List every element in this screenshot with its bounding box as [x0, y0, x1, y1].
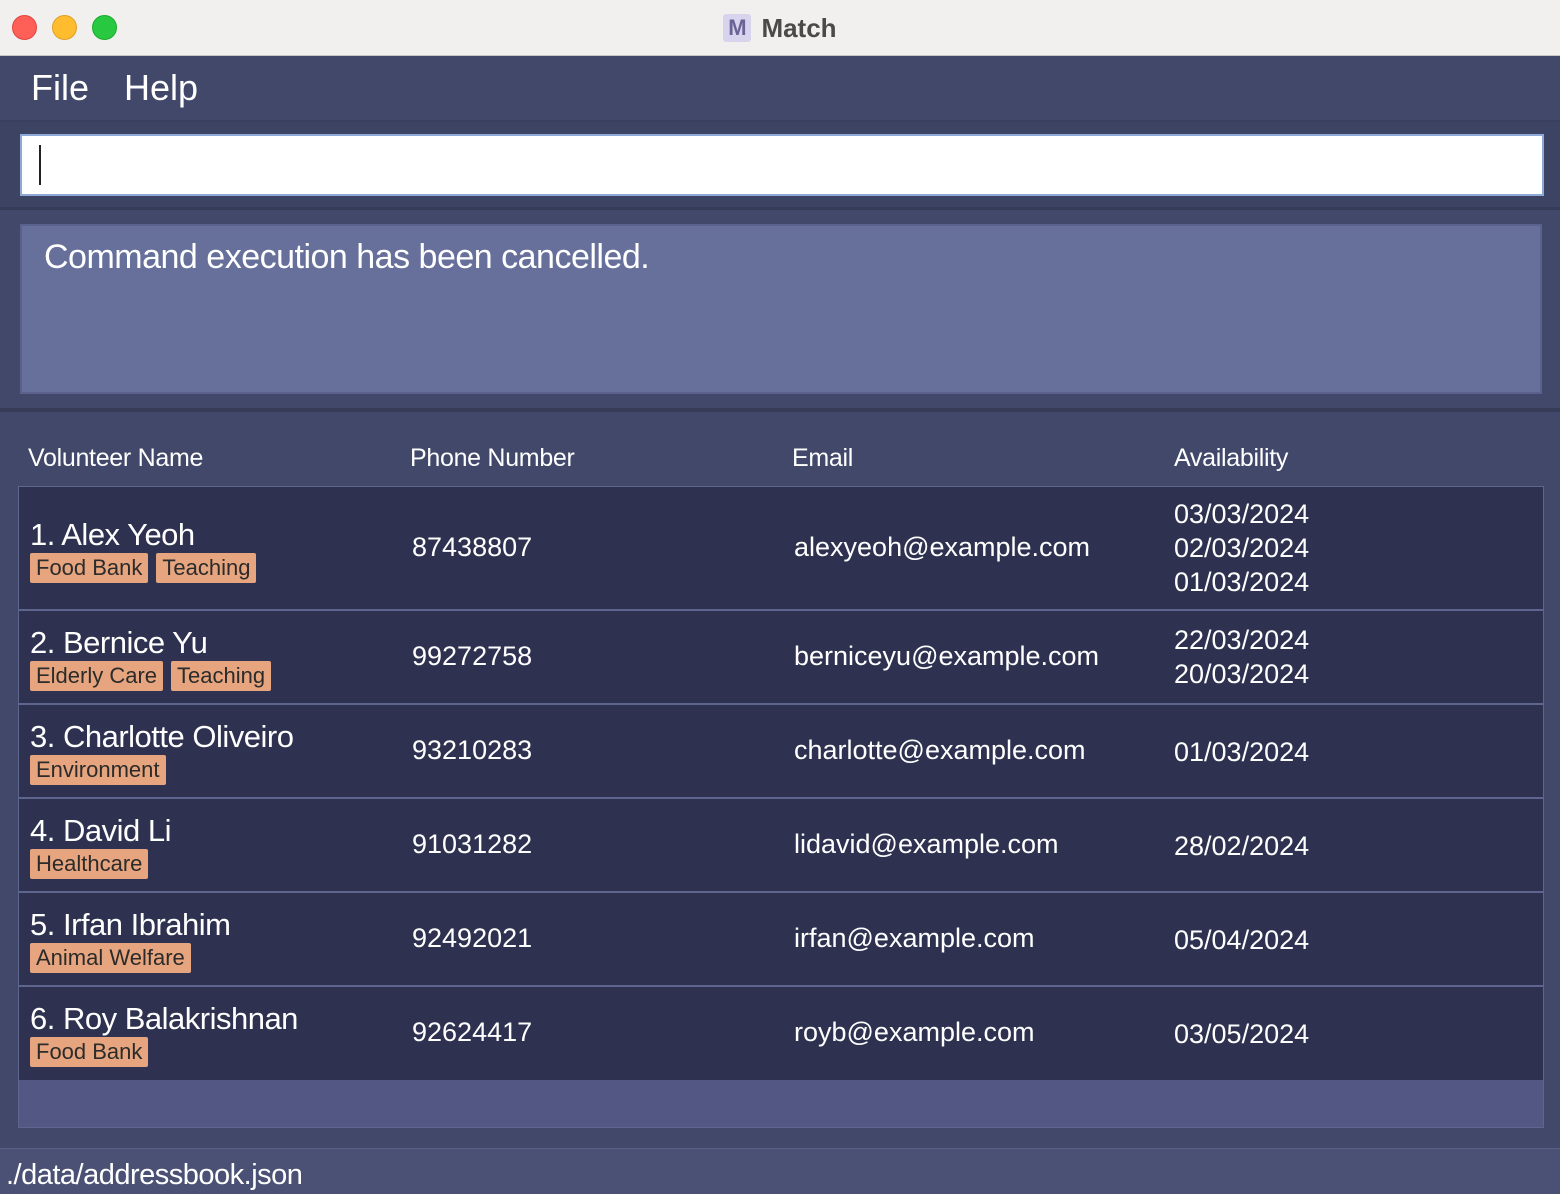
volunteer-email: lidavid@example.com	[794, 829, 1059, 859]
volunteer-name: 5. Irfan Ibrahim	[30, 907, 231, 942]
availability-date: 03/05/2024	[1174, 1019, 1310, 1049]
tag-badge: Food Bank	[30, 1037, 149, 1067]
window-titlebar: M Match	[0, 0, 1560, 56]
availability-list: 05/04/2024	[1174, 923, 1309, 957]
volunteer-row[interactable]: 3. Charlotte Oliveiro Environment 932102…	[19, 705, 1543, 799]
menu-file[interactable]: File	[31, 67, 89, 109]
tag-badge: Healthcare	[30, 849, 149, 879]
volunteer-row[interactable]: 4. David Li Healthcare 91031282 lidavid@…	[19, 799, 1543, 893]
volunteer-row[interactable]: 1. Alex Yeoh Food Bank Teaching 87438807…	[19, 487, 1543, 611]
availability-date: 03/03/2024	[1174, 499, 1310, 529]
result-display: Command execution has been cancelled.	[20, 224, 1542, 394]
header-volunteer-name: Volunteer Name	[28, 444, 204, 472]
volunteer-name: 3. Charlotte Oliveiro	[30, 719, 294, 754]
volunteer-email: alexyeoh@example.com	[794, 532, 1091, 562]
text-caret	[39, 145, 41, 185]
tag-badge: Food Bank	[30, 553, 149, 583]
header-availability: Availability	[1174, 444, 1289, 472]
availability-list: 03/05/2024	[1174, 1017, 1309, 1051]
header-phone-number: Phone Number	[410, 444, 575, 472]
availability-date: 05/04/2024	[1174, 925, 1310, 955]
tag-badge: Teaching	[156, 553, 257, 583]
volunteer-email: charlotte@example.com	[794, 735, 1086, 765]
result-display-area: Command execution has been cancelled.	[0, 212, 1560, 412]
menu-bar: File Help	[0, 56, 1560, 122]
availability-date: 01/03/2024	[1174, 567, 1310, 597]
volunteer-phone: 87438807	[412, 532, 533, 562]
result-message: Command execution has been cancelled.	[44, 238, 650, 276]
volunteer-name: 1. Alex Yeoh	[30, 517, 195, 552]
save-location-path: ./data/addressbook.json	[6, 1159, 303, 1191]
status-bar: ./data/addressbook.json	[0, 1148, 1560, 1194]
availability-date: 02/03/2024	[1174, 533, 1310, 563]
volunteer-row[interactable]: 6. Roy Balakrishnan Food Bank 92624417 r…	[19, 987, 1543, 1080]
availability-date: 28/02/2024	[1174, 831, 1310, 861]
volunteer-phone: 93210283	[412, 735, 533, 765]
volunteer-name: 2. Bernice Yu	[30, 625, 208, 660]
window-title: Match	[761, 12, 837, 43]
header-email: Email	[792, 444, 854, 472]
availability-list: 28/02/2024	[1174, 829, 1309, 863]
tag-badge: Environment	[30, 755, 166, 785]
volunteer-row[interactable]: 5. Irfan Ibrahim Animal Welfare 92492021…	[19, 893, 1543, 987]
tag-badge: Animal Welfare	[30, 943, 191, 973]
tag-badge: Elderly Care	[30, 661, 164, 691]
volunteer-email: royb@example.com	[794, 1017, 1035, 1047]
volunteer-email: berniceyu@example.com	[794, 641, 1100, 671]
window-title-group: M Match	[0, 0, 1560, 56]
command-box-area	[0, 122, 1560, 210]
availability-date: 22/03/2024	[1174, 625, 1310, 655]
app-logo-icon: M	[723, 14, 752, 42]
menu-help[interactable]: Help	[124, 67, 198, 109]
volunteer-phone: 99272758	[412, 641, 533, 671]
volunteer-row[interactable]: 2. Bernice Yu Elderly Care Teaching 9927…	[19, 611, 1543, 705]
availability-list: 22/03/2024 20/03/2024	[1174, 623, 1309, 691]
availability-list: 03/03/2024 02/03/2024 01/03/2024	[1174, 497, 1309, 599]
volunteer-list[interactable]: 1. Alex Yeoh Food Bank Teaching 87438807…	[18, 486, 1544, 1128]
volunteer-name: 4. David Li	[30, 813, 171, 848]
availability-date: 20/03/2024	[1174, 659, 1310, 689]
availability-date: 01/03/2024	[1174, 737, 1310, 767]
volunteer-phone: 92492021	[412, 923, 533, 953]
volunteer-phone: 92624417	[412, 1017, 533, 1047]
volunteer-email: irfan@example.com	[794, 923, 1035, 953]
command-input[interactable]	[20, 134, 1544, 196]
tag-badge: Teaching	[171, 661, 272, 691]
availability-list: 01/03/2024	[1174, 735, 1309, 769]
volunteer-name: 6. Roy Balakrishnan	[30, 1001, 298, 1036]
volunteer-phone: 91031282	[412, 829, 533, 859]
